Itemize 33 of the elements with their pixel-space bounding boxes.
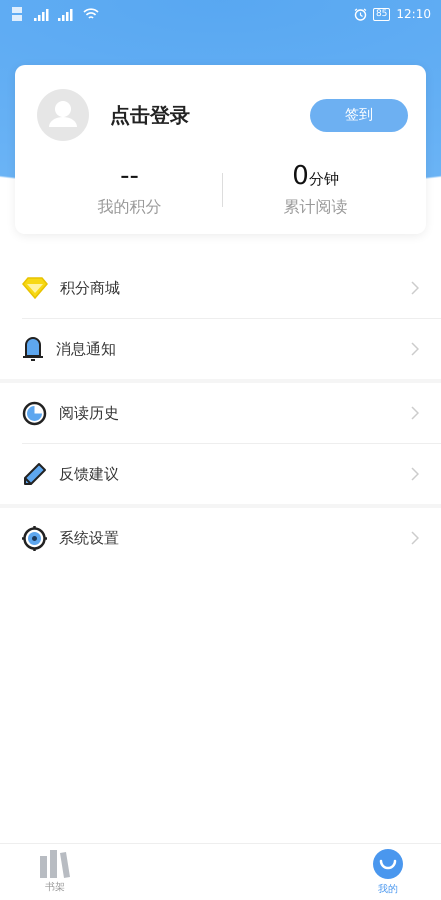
menu-item[interactable]: 系统设置 xyxy=(22,508,441,568)
diamond-icon xyxy=(22,277,48,299)
battery-level: 85 xyxy=(372,8,390,20)
login-prompt[interactable]: 点击登录 xyxy=(110,102,310,128)
smiley-icon xyxy=(372,848,404,880)
stat-value: -- xyxy=(120,161,139,191)
bell-icon xyxy=(22,336,44,362)
clock-icon xyxy=(22,400,47,426)
alarm-icon xyxy=(354,8,367,20)
clock-time: 12:10 xyxy=(396,7,431,21)
pencil-icon xyxy=(22,462,47,486)
menu-label: 消息通知 xyxy=(56,340,117,358)
stat-label: 累计阅读 xyxy=(284,197,348,218)
menu-item[interactable]: 反馈建议 xyxy=(22,443,441,504)
signal-icon xyxy=(12,6,100,22)
menu-label: 反馈建议 xyxy=(59,464,120,484)
menu-item[interactable]: 积分商城 xyxy=(22,258,441,318)
avatar-icon xyxy=(37,89,89,141)
stat-value: 0 xyxy=(292,161,309,191)
menu-item[interactable]: 阅读历史 xyxy=(22,383,441,443)
gear-icon xyxy=(22,526,47,550)
stat-unit: 分钟 xyxy=(308,170,339,189)
menu-label: 系统设置 xyxy=(59,528,120,548)
stat-label: 我的积分 xyxy=(98,197,162,218)
menu-label: 积分商城 xyxy=(60,278,121,298)
bookshelf-icon xyxy=(39,850,71,878)
menu-item[interactable]: 消息通知 xyxy=(22,318,441,379)
chevron-icon xyxy=(411,467,419,481)
chevron-icon xyxy=(411,406,419,420)
menu-label: 阅读历史 xyxy=(59,404,120,422)
chevron-icon xyxy=(411,281,419,295)
chevron-icon xyxy=(411,342,419,356)
chevron-icon xyxy=(411,531,419,545)
